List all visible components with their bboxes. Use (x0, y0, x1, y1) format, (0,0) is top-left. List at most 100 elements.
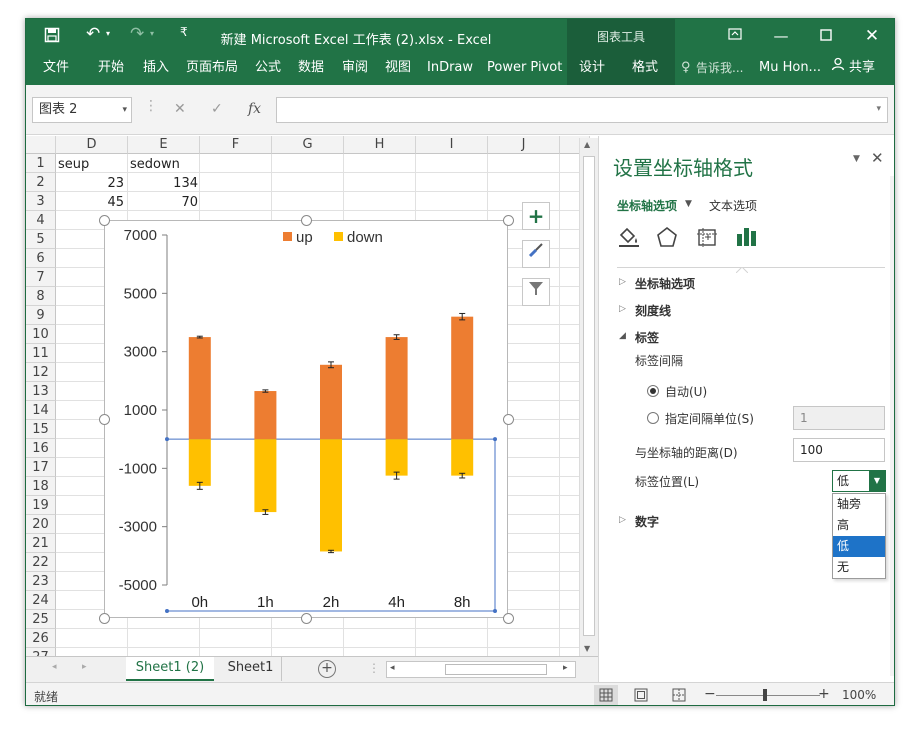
y-tick-label[interactable]: 5000 (124, 285, 157, 302)
label-position-select[interactable]: 低 ▼ (832, 470, 886, 492)
tab-insert[interactable]: 插入 (143, 55, 169, 85)
cell-d1[interactable]: seup (58, 157, 89, 172)
redo-dropdown-icon[interactable]: ▾ (150, 29, 154, 38)
scroll-thumb[interactable] (583, 156, 595, 636)
tab-page-layout[interactable]: 页面布局 (186, 55, 238, 85)
confirm-entry-icon[interactable]: ✓ (211, 101, 223, 117)
sheet-tab-sheet1[interactable]: Sheet1 (220, 657, 282, 681)
tab-home[interactable]: 开始 (98, 55, 124, 85)
column-header-e[interactable]: E (128, 136, 200, 154)
tab-scroll-right-icon[interactable]: ▸ (82, 662, 87, 672)
resize-handle[interactable] (99, 215, 110, 226)
row-header-15[interactable]: 15 (26, 420, 56, 439)
pane-scrollbar[interactable] (890, 176, 894, 676)
hscroll-right-icon[interactable]: ▸ (563, 663, 568, 673)
legend-swatch-down[interactable] (334, 232, 343, 241)
section-number[interactable]: 数字 (635, 513, 659, 530)
select-all-corner[interactable] (26, 136, 56, 154)
y-tick-label[interactable]: 1000 (124, 402, 157, 419)
x-category-label[interactable]: 8h (454, 594, 471, 611)
distance-from-axis-input[interactable]: 100 (793, 438, 885, 462)
hscroll-thumb[interactable] (445, 664, 547, 675)
undo-icon[interactable]: ↶ (86, 24, 100, 44)
x-category-label[interactable]: 4h (388, 594, 405, 611)
y-tick-label[interactable]: -3000 (119, 519, 157, 536)
row-header-27[interactable]: 27 (26, 648, 56, 656)
tab-review[interactable]: 审阅 (342, 55, 368, 85)
axis-options-dropdown-icon[interactable]: ▼ (685, 199, 692, 209)
cell-d3[interactable]: 45 (58, 195, 124, 210)
row-header-2[interactable]: 2 (26, 173, 56, 192)
bar-down-4h[interactable] (385, 439, 408, 476)
hscroll-left-icon[interactable]: ◂ (390, 663, 395, 673)
page-break-view-icon[interactable] (672, 688, 686, 705)
zoom-in-icon[interactable]: + (818, 686, 830, 702)
pane-options-icon[interactable]: ▼ (853, 154, 860, 164)
add-sheet-icon[interactable]: + (318, 660, 336, 678)
share-icon[interactable] (831, 55, 845, 85)
option-next-to-axis[interactable]: 轴旁 (833, 494, 885, 515)
row-header-8[interactable]: 8 (26, 287, 56, 306)
resize-handle[interactable] (301, 215, 312, 226)
tab-power-pivot[interactable]: Power Pivot (487, 55, 562, 85)
undo-dropdown-icon[interactable]: ▾ (106, 29, 110, 38)
radio-auto[interactable] (647, 385, 659, 397)
zoom-slider-thumb[interactable] (763, 689, 767, 701)
tab-formulas[interactable]: 公式 (255, 55, 281, 85)
resize-handle[interactable] (503, 613, 514, 624)
row-header-21[interactable]: 21 (26, 534, 56, 553)
name-box[interactable]: 图表 2 ▾ (32, 97, 132, 123)
chart-elements-button[interactable]: + (522, 202, 550, 230)
bar-up-4h[interactable] (385, 337, 408, 440)
effects-icon[interactable] (655, 226, 679, 251)
resize-handle[interactable] (503, 215, 514, 226)
bar-down-1h[interactable] (254, 439, 277, 513)
bar-down-0h[interactable] (188, 439, 211, 486)
column-header-h[interactable]: H (344, 136, 416, 154)
normal-view-icon[interactable] (594, 685, 618, 705)
fill-line-icon[interactable] (617, 226, 641, 251)
row-header-6[interactable]: 6 (26, 249, 56, 268)
tell-me-search[interactable]: 告诉我... (696, 55, 743, 85)
minimize-icon[interactable]: — (767, 25, 795, 47)
pane-close-icon[interactable]: ✕ (871, 149, 884, 167)
column-header-f[interactable]: F (200, 136, 272, 154)
row-header-3[interactable]: 3 (26, 192, 56, 211)
row-header-22[interactable]: 22 (26, 553, 56, 572)
y-tick-label[interactable]: 3000 (124, 344, 157, 361)
axis-options-icon[interactable] (735, 224, 759, 255)
row-header-14[interactable]: 14 (26, 401, 56, 420)
bar-up-8h[interactable] (451, 316, 474, 440)
section-axis-options[interactable]: 坐标轴选项 (635, 275, 695, 292)
y-tick-label[interactable]: -5000 (119, 577, 157, 594)
label-position-dropdown-icon[interactable]: ▼ (869, 471, 885, 491)
maximize-icon[interactable] (812, 25, 840, 47)
chart-filters-button[interactable] (522, 278, 550, 306)
close-icon[interactable]: ✕ (858, 25, 886, 47)
zoom-slider-track[interactable] (716, 695, 820, 696)
x-category-label[interactable]: 1h (257, 594, 274, 611)
radio-specify-interval[interactable] (647, 412, 659, 424)
section-tick-marks[interactable]: 刻度线 (635, 302, 671, 319)
row-header-5[interactable]: 5 (26, 230, 56, 249)
row-header-26[interactable]: 26 (26, 629, 56, 648)
name-box-dropdown-icon[interactable]: ▾ (122, 98, 127, 122)
legend-label-down[interactable]: down (347, 229, 383, 246)
share-button[interactable]: 共享 (849, 55, 875, 85)
cancel-entry-icon[interactable]: ✕ (174, 101, 186, 117)
chart-styles-button[interactable] (522, 240, 550, 268)
tab-text-options[interactable]: 文本选项 (709, 197, 757, 214)
resize-handle[interactable] (99, 414, 110, 425)
save-icon[interactable] (44, 27, 60, 47)
tab-format[interactable]: 格式 (632, 55, 658, 85)
option-low[interactable]: 低 (833, 536, 885, 557)
bar-up-0h[interactable] (188, 337, 211, 440)
scroll-down-icon[interactable]: ▼ (584, 644, 590, 653)
chart-area[interactable]: up down 7000 5000 3000 1000 -1000 -3000 -5000 0h 1… (104, 220, 508, 618)
legend-swatch-up[interactable] (283, 232, 292, 241)
row-header-9[interactable]: 9 (26, 306, 56, 325)
horizontal-scrollbar[interactable]: ◂ ▸ (386, 661, 576, 678)
tab-scroll-left-icon[interactable]: ◂ (52, 662, 57, 672)
x-category-label[interactable]: 0h (191, 594, 208, 611)
legend-label-up[interactable]: up (296, 229, 313, 246)
